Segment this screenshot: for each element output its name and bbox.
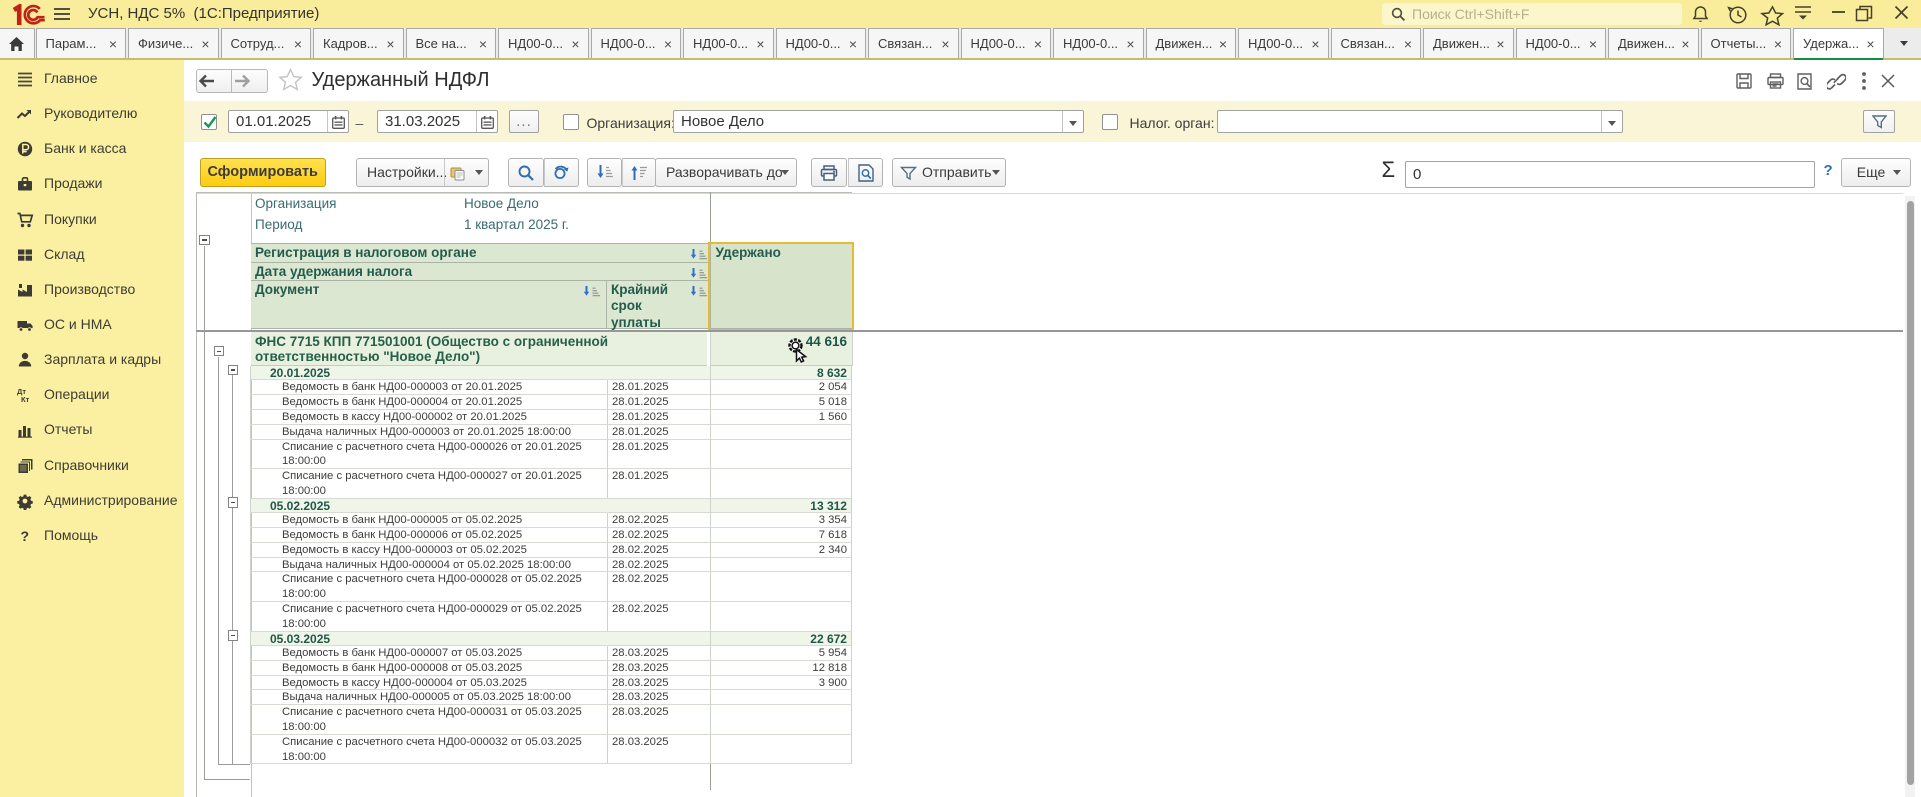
svg-text:?: ? bbox=[21, 528, 30, 544]
svg-text:Кт: Кт bbox=[21, 395, 30, 404]
